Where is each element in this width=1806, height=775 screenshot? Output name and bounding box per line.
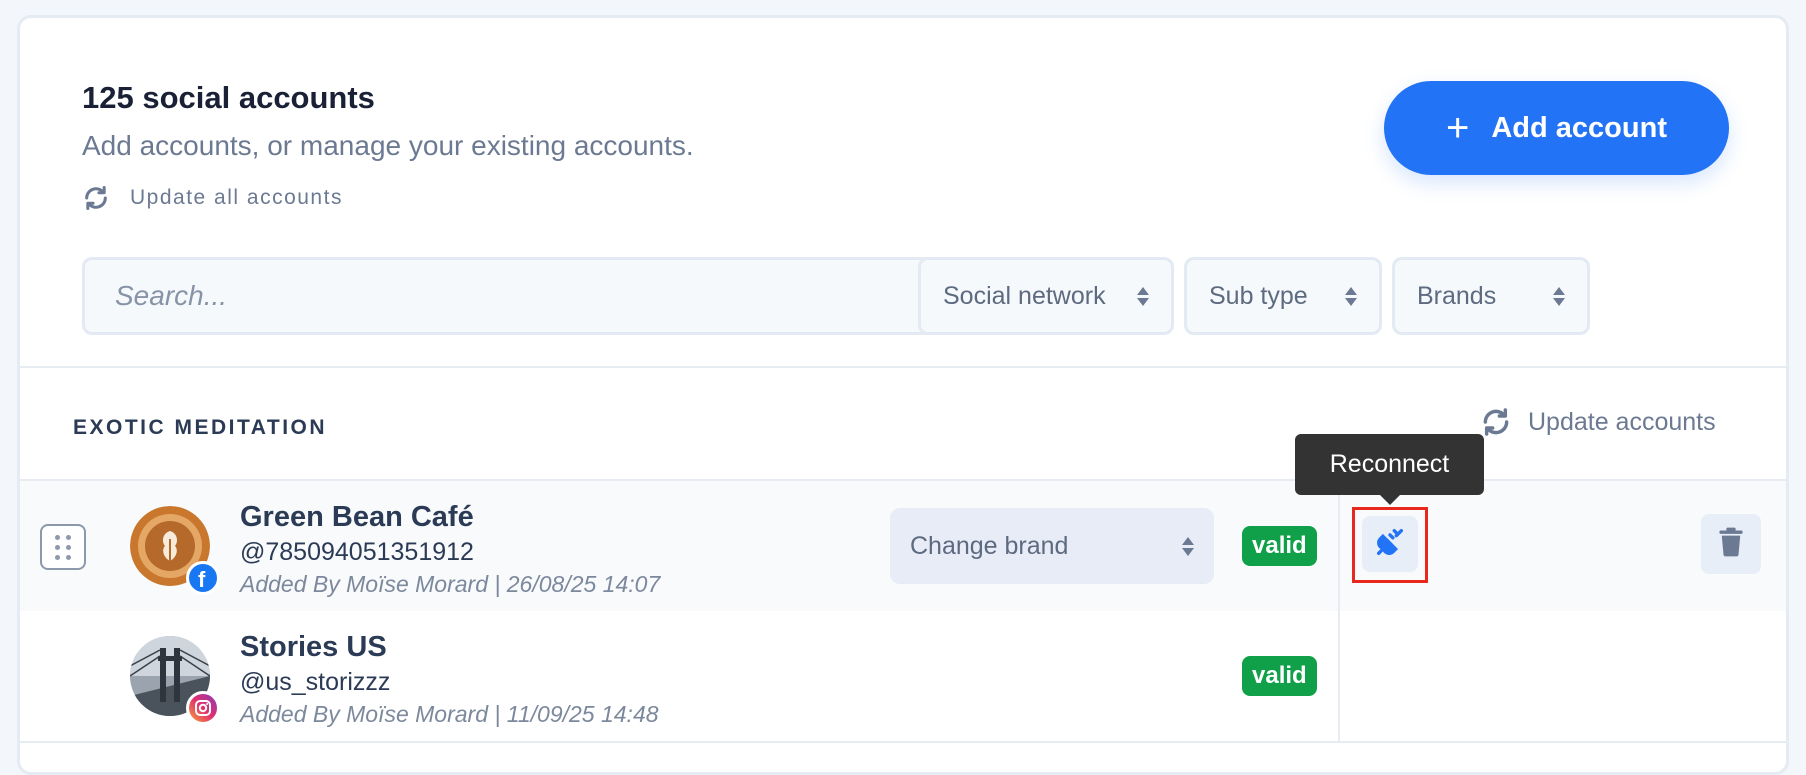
plug-icon — [1373, 525, 1407, 564]
svg-text:f: f — [198, 567, 206, 592]
change-brand-label: Change brand — [910, 531, 1069, 560]
group-title: EXOTIC MEDITATION — [73, 416, 328, 439]
column-divider — [1338, 481, 1340, 611]
instagram-icon — [186, 691, 220, 725]
account-added-by: Added By Moïse Morard | 26/08/25 14:07 — [240, 571, 661, 597]
updown-icon — [1345, 286, 1357, 306]
column-divider — [1338, 611, 1340, 741]
reconnect-button[interactable] — [1362, 516, 1418, 572]
row-divider — [20, 741, 1786, 743]
update-accounts-label: Update accounts — [1528, 407, 1716, 436]
accounts-card: 125 social accounts Add accounts, or man… — [17, 15, 1789, 775]
trash-icon — [1717, 527, 1745, 562]
table-row: Stories US @us_storizzz Added By Moïse M… — [20, 611, 1786, 741]
add-account-button[interactable]: + Add account — [1384, 81, 1729, 175]
delete-button[interactable] — [1701, 514, 1761, 574]
status-badge: valid — [1242, 526, 1317, 566]
drag-handle-icon[interactable] — [40, 524, 86, 570]
table-row: f Green Bean Café @785094051351912 Added… — [20, 481, 1786, 611]
updown-icon — [1182, 536, 1194, 556]
section-divider — [20, 366, 1786, 368]
sync-icon — [1480, 406, 1512, 438]
updown-icon — [1553, 286, 1565, 306]
account-added-by: Added By Moïse Morard | 11/09/25 14:48 — [240, 701, 659, 727]
brands-label: Brands — [1417, 281, 1497, 310]
sync-icon — [82, 184, 110, 212]
status-badge: valid — [1242, 656, 1317, 696]
update-all-label: Update all accounts — [130, 186, 343, 209]
facebook-icon: f — [186, 561, 220, 595]
social-network-label: Social network — [943, 281, 1106, 310]
add-account-label: Add account — [1491, 111, 1667, 144]
plus-icon: + — [1446, 106, 1470, 150]
reconnect-tooltip: Reconnect — [1295, 434, 1484, 505]
account-name: Green Bean Café — [240, 501, 474, 533]
page-subtitle: Add accounts, or manage your existing ac… — [82, 130, 694, 161]
sub-type-select[interactable]: Sub type — [1184, 257, 1382, 335]
social-network-select[interactable]: Social network — [918, 257, 1174, 335]
change-brand-select[interactable]: Change brand — [890, 508, 1214, 584]
brands-select[interactable]: Brands — [1392, 257, 1590, 335]
update-all-accounts-link[interactable]: Update all accounts — [82, 184, 343, 212]
updown-icon — [1137, 286, 1149, 306]
page-title: 125 social accounts — [82, 80, 375, 115]
search-input[interactable] — [82, 257, 937, 335]
update-accounts-link[interactable]: Update accounts — [1480, 406, 1716, 438]
account-name: Stories US — [240, 631, 387, 663]
account-handle: @785094051351912 — [240, 538, 474, 566]
sub-type-label: Sub type — [1209, 281, 1308, 310]
account-handle: @us_storizzz — [240, 668, 391, 696]
